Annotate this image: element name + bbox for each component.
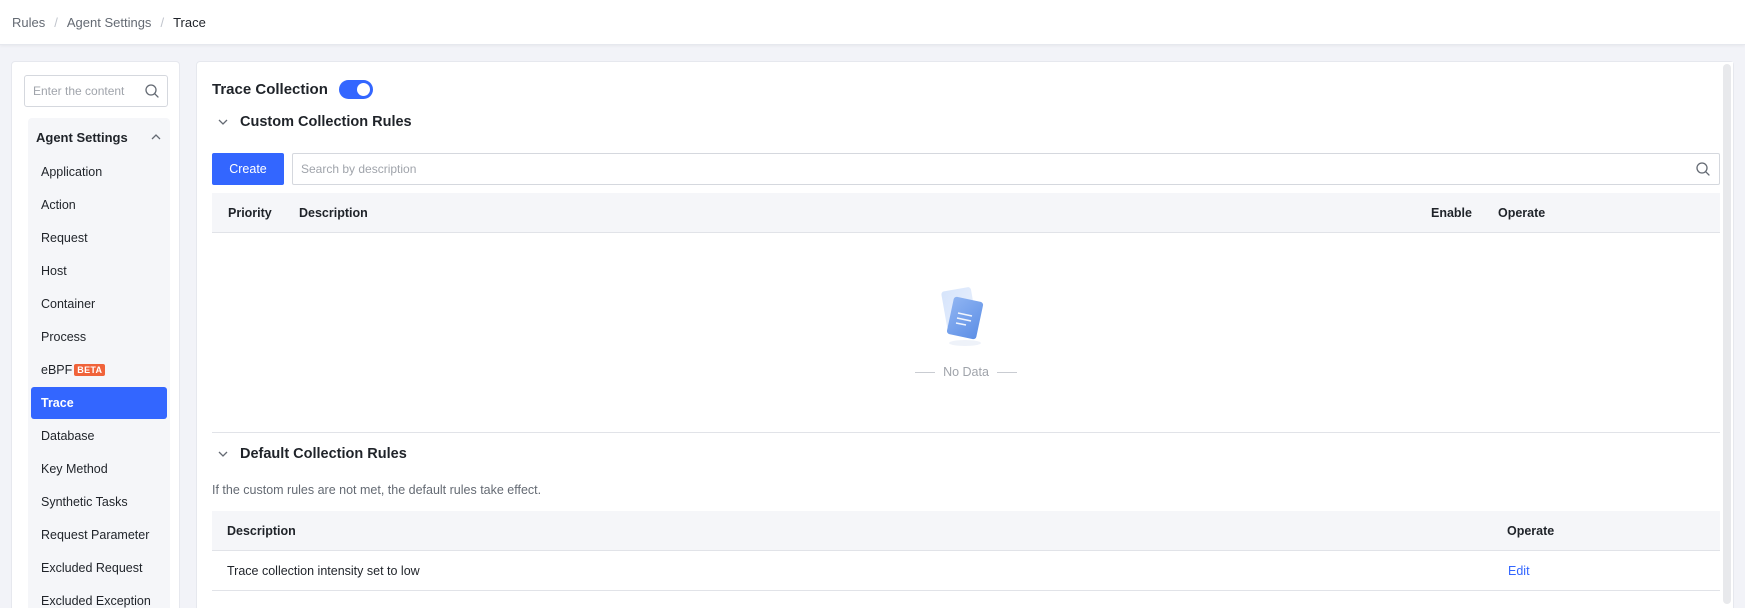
sidebar-item-excluded-exception[interactable]: Excluded Exception [31,585,167,608]
trace-collection-title: Trace Collection [212,81,328,98]
empty-text: No Data [212,365,1720,379]
breadcrumb-trace: Trace [173,14,206,30]
breadcrumb-rules[interactable]: Rules [12,15,45,30]
sidebar-item-label: Request Parameter [41,528,150,542]
default-rules-header[interactable]: Default Collection Rules [216,446,407,462]
sidebar-item-label: Container [41,297,96,311]
sidebar-group-header[interactable]: Agent Settings [28,118,170,156]
column-description: Description [227,524,296,538]
edit-link[interactable]: Edit [1508,551,1530,591]
sidebar-item-host[interactable]: Host [31,255,167,287]
scrollbar[interactable] [1721,62,1733,608]
sidebar-item-label: Trace [41,396,74,410]
sidebar-item-excluded-request[interactable]: Excluded Request [31,552,167,584]
no-data-label: No Data [943,365,989,379]
create-button[interactable]: Create [212,153,284,185]
beta-badge: BETA [74,364,106,376]
sidebar-item-request-parameter[interactable]: Request Parameter [31,519,167,551]
sidebar-item-label: Key Method [41,462,108,476]
search-icon[interactable] [144,83,160,99]
sidebar-item-label: Excluded Request [41,561,143,575]
sidebar-item-label: Database [41,429,95,443]
sidebar-search [24,75,168,107]
sidebar-item-label: Excluded Exception [41,594,151,608]
sidebar-group-title: Agent Settings [36,129,128,145]
sidebar-item-ebpf[interactable]: eBPF BETA [31,354,167,386]
breadcrumb-separator: / [54,14,58,30]
custom-rules-table-header: Priority Description Enable Operate [212,193,1720,233]
sidebar-item-label: eBPF [41,363,73,377]
default-rules-table-header: Description Operate [212,511,1720,551]
column-operate: Operate [1507,524,1555,538]
divider [996,372,1017,374]
breadcrumb-agent-settings[interactable]: Agent Settings [67,15,152,30]
chevron-down-icon[interactable] [216,447,230,461]
sidebar: Agent Settings Application Action Reques… [11,61,180,608]
default-rules-title: Default Collection Rules [240,446,407,462]
sidebar-item-synthetic-tasks[interactable]: Synthetic Tasks [31,486,167,518]
sidebar-search-input[interactable] [33,76,143,106]
breadcrumb: Rules / Agent Settings / Trace [0,0,1745,45]
search-icon[interactable] [1695,161,1711,177]
sidebar-item-label: Action [41,198,76,212]
sidebar-item-label: Request [41,231,88,245]
sidebar-item-database[interactable]: Database [31,420,167,452]
row-description: Trace collection intensity set to low [227,564,420,578]
empty-document-icon [941,287,984,346]
column-enable: Enable [1431,206,1472,220]
scrollbar-thumb[interactable] [1723,64,1731,604]
column-priority[interactable]: Priority [228,193,272,233]
column-operate: Operate [1498,206,1546,220]
column-description: Description [299,206,368,220]
sidebar-item-key-method[interactable]: Key Method [31,453,167,485]
sidebar-group-agent-settings: Agent Settings Application Action Reques… [28,118,170,608]
table-row: Trace collection intensity set to low Ed… [212,551,1720,591]
sidebar-item-label: Host [41,264,67,278]
chevron-up-icon[interactable] [150,131,162,143]
sidebar-item-container[interactable]: Container [31,288,167,320]
breadcrumb-separator: / [160,14,165,30]
sidebar-item-trace[interactable]: Trace [31,387,167,419]
description-search [292,153,1720,185]
toggle-knob [356,83,370,96]
main-panel: Trace Collection Custom Collection Rules… [196,61,1734,608]
description-search-input[interactable] [301,154,1681,184]
sidebar-item-request[interactable]: Request [31,222,167,254]
divider [915,372,936,374]
trace-collection-row: Trace Collection [212,80,373,99]
sidebar-item-process[interactable]: Process [31,321,167,353]
sidebar-item-label: Application [41,165,103,179]
trace-collection-toggle[interactable] [338,80,373,99]
sidebar-item-label: Process [41,330,87,344]
custom-rules-header[interactable]: Custom Collection Rules [216,114,412,130]
sidebar-item-action[interactable]: Action [31,189,167,221]
custom-rules-title: Custom Collection Rules [240,114,412,130]
sidebar-item-application[interactable]: Application [31,156,167,188]
chevron-down-icon[interactable] [216,115,230,129]
sidebar-item-label: Synthetic Tasks [41,495,128,509]
empty-state: No Data [212,233,1720,433]
default-rules-note: If the custom rules are not met, the def… [212,483,542,497]
